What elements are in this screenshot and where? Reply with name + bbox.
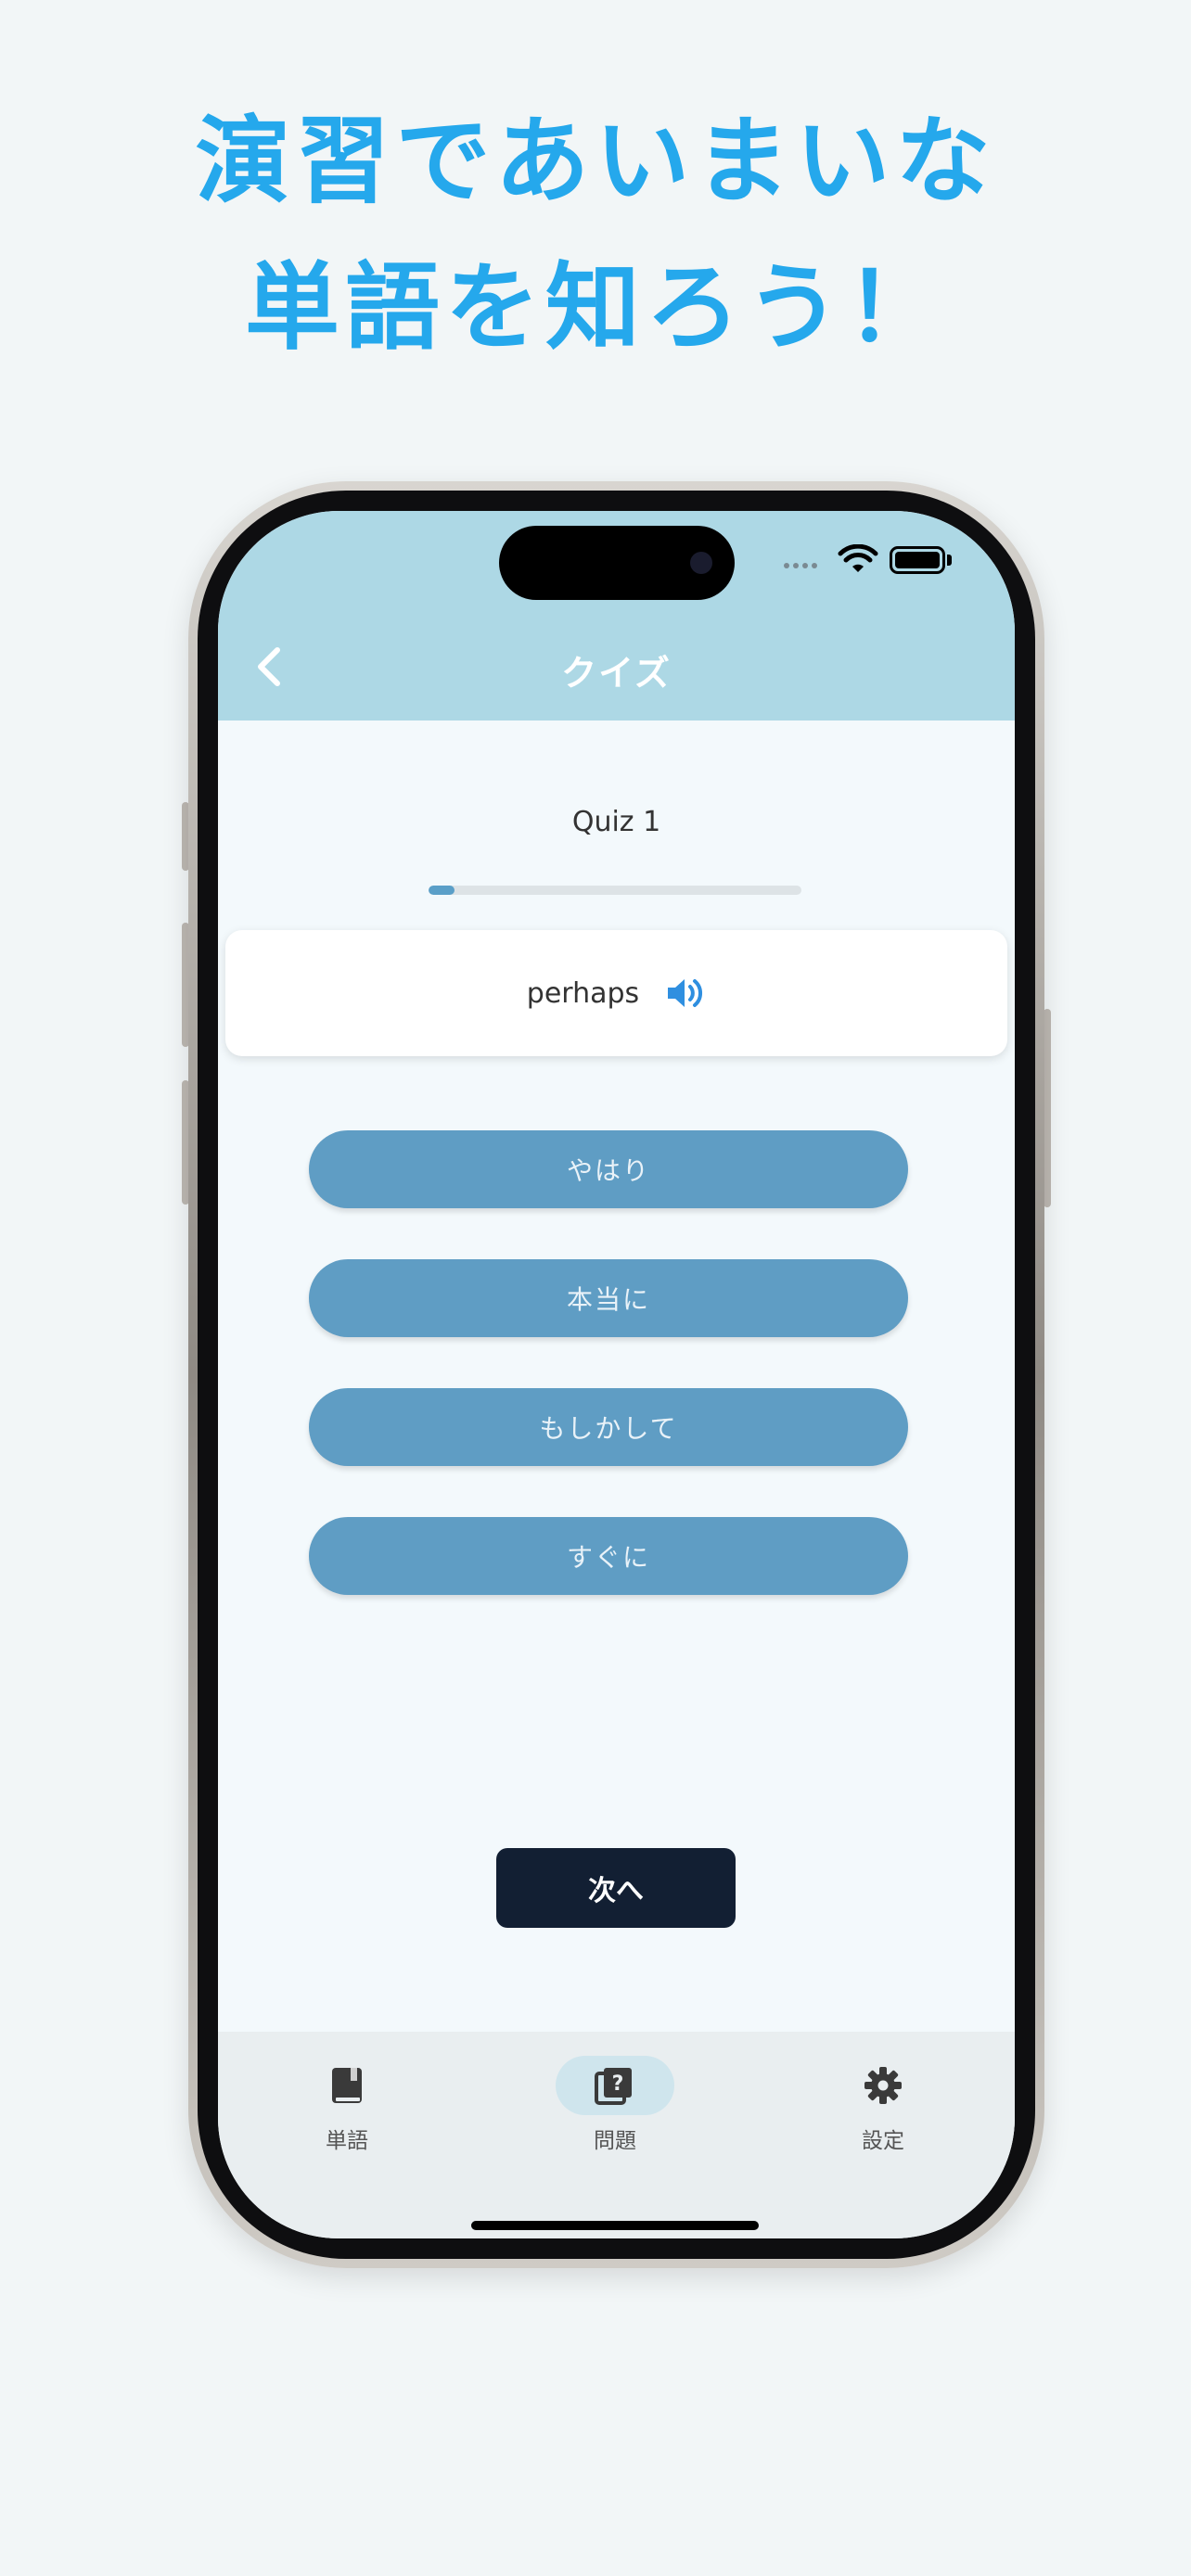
- word-card: perhaps: [225, 930, 1007, 1056]
- tab-icon-container: [824, 2056, 942, 2115]
- phone-screen: クイズ Quiz 1 perhaps やはり 本当に もしかして すぐに 次へ: [218, 511, 1015, 2238]
- svg-text:?: ?: [612, 2072, 624, 2096]
- tab-label-quiz: 問題: [594, 2129, 636, 2153]
- tab-label-settings: 設定: [862, 2129, 904, 2153]
- choice-button-2[interactable]: 本当に: [309, 1259, 908, 1337]
- tab-words[interactable]: 単語: [254, 2056, 440, 2158]
- progress-bar: [429, 886, 801, 895]
- speaker-icon[interactable]: [665, 975, 706, 1012]
- headline-line-2: 単語を知ろう！: [245, 253, 946, 363]
- gear-icon: [864, 2067, 902, 2104]
- choice-button-4[interactable]: すぐに: [309, 1517, 908, 1595]
- headline-line-1: 演習であいまいな: [195, 107, 996, 217]
- tab-bar: 単語 ? 問題 設定: [218, 2032, 1015, 2238]
- tab-icon-container: [288, 2056, 406, 2115]
- battery-icon: [890, 546, 945, 574]
- quiz-cards-icon: ?: [595, 2068, 632, 2105]
- dynamic-island: [499, 526, 735, 600]
- quiz-title: Quiz 1: [571, 806, 661, 838]
- wifi-icon: [838, 544, 878, 572]
- tab-quiz[interactable]: ? 問題: [522, 2056, 708, 2158]
- tab-icon-container: ?: [556, 2056, 674, 2115]
- choice-button-3[interactable]: もしかして: [309, 1388, 908, 1466]
- phone-power-button: [1044, 1009, 1051, 1207]
- book-icon: [332, 2068, 362, 2103]
- nav-title: クイズ: [561, 653, 672, 694]
- next-button[interactable]: 次へ: [496, 1848, 736, 1928]
- tab-label-words: 単語: [326, 2129, 368, 2153]
- cellular-signal-icon: [784, 563, 817, 568]
- navigation-bar: クイズ: [218, 511, 1015, 721]
- camera-icon: [690, 552, 712, 574]
- home-indicator: [471, 2221, 759, 2230]
- choice-button-1[interactable]: やはり: [309, 1130, 908, 1208]
- battery-tip: [947, 555, 952, 566]
- progress-fill: [429, 886, 455, 895]
- tab-settings[interactable]: 設定: [790, 2056, 976, 2158]
- page: 演習であいまいな 単語を知ろう！ クイズ Quiz 1 perhaps やはり …: [0, 0, 1191, 2576]
- quiz-word: perhaps: [526, 976, 640, 1010]
